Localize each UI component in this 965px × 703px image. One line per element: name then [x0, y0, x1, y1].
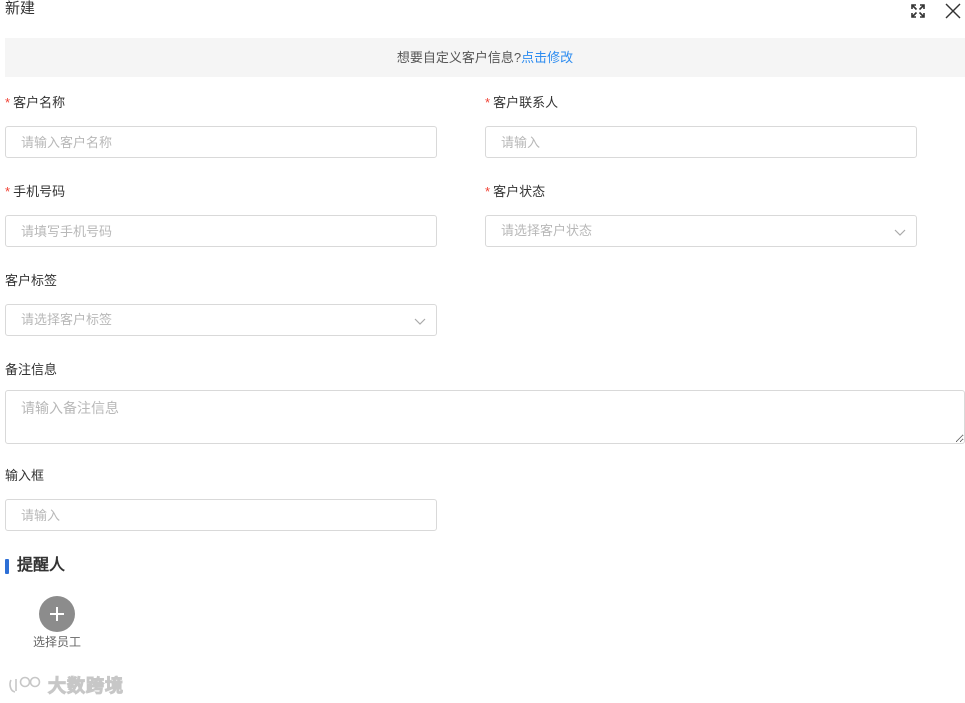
customer-name-input[interactable] [5, 126, 437, 158]
watermark-logo-icon [9, 676, 41, 693]
phone-label: * 手机号码 [5, 184, 65, 200]
input-box-input[interactable] [5, 499, 437, 531]
contact-label: * 客户联系人 [485, 95, 558, 111]
status-select[interactable]: 请选择客户状态 [485, 215, 917, 247]
watermark-text: 大数跨境 [48, 676, 124, 697]
select-employee-label[interactable]: 选择员工 [33, 633, 81, 650]
customer-name-label-text: 客户名称 [13, 95, 66, 110]
status-label-text: 客户状态 [493, 184, 546, 199]
required-mark: * [485, 184, 491, 199]
fullscreen-icon[interactable] [909, 2, 927, 20]
contact-input[interactable] [485, 126, 917, 158]
status-label: * 客户状态 [485, 184, 545, 200]
reminder-section-title: 提醒人 [17, 557, 66, 574]
customize-link[interactable]: 点击修改 [521, 50, 573, 65]
required-mark: * [485, 95, 491, 110]
remark-label: 备注信息 [5, 362, 58, 377]
notice-text: 想要自定义客户信息? [396, 50, 522, 65]
chevron-down-icon [414, 318, 426, 325]
close-icon[interactable] [943, 1, 963, 21]
tags-select[interactable]: 请选择客户标签 [5, 304, 437, 336]
tags-label: 客户标签 [5, 273, 58, 288]
remark-textarea[interactable] [5, 390, 965, 444]
required-mark: * [5, 95, 11, 110]
customize-notice-bar: 想要自定义客户信息?点击修改 [5, 38, 965, 77]
input-box-label: 输入框 [5, 468, 45, 483]
customer-name-label: * 客户名称 [5, 95, 65, 111]
required-mark: * [5, 184, 11, 199]
tags-select-placeholder: 请选择客户标签 [21, 312, 113, 327]
add-employee-button[interactable] [39, 596, 75, 632]
phone-label-text: 手机号码 [13, 184, 66, 199]
phone-input[interactable] [5, 215, 437, 247]
contact-label-text: 客户联系人 [493, 95, 559, 110]
watermark: 大数跨境 [8, 673, 124, 697]
chevron-down-icon [894, 229, 906, 236]
dialog-title: 新建 [5, 0, 36, 17]
status-select-placeholder: 请选择客户状态 [501, 223, 593, 238]
section-accent-bar [5, 559, 9, 574]
